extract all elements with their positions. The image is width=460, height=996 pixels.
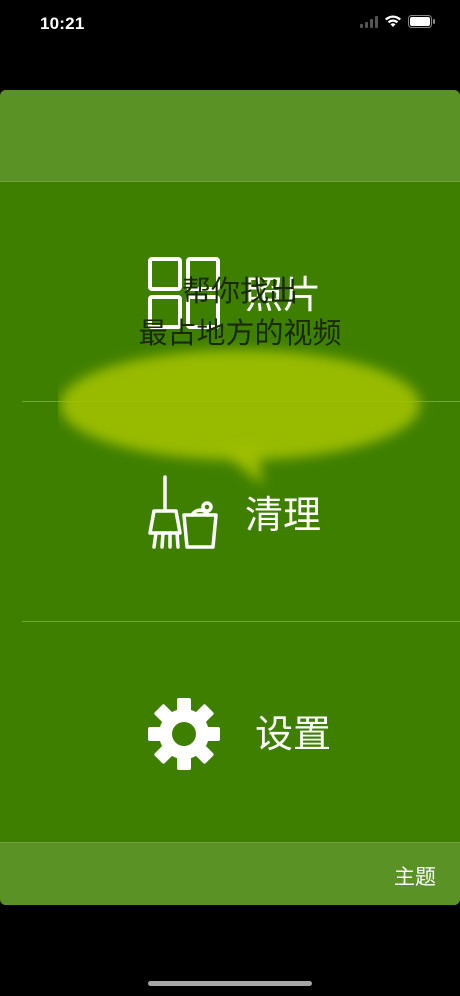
bubble-text: 帮你找出 最占地方的视频: [60, 270, 420, 354]
bubble-line-2: 最占地方的视频: [138, 316, 342, 350]
bubble-line-1: 帮你找出: [181, 274, 298, 308]
home-indicator[interactable]: [148, 981, 312, 986]
divider: [22, 621, 460, 622]
wifi-icon: [384, 15, 402, 28]
status-icons: [360, 15, 436, 28]
status-bar: 10:21: [0, 0, 460, 50]
menu-item-settings[interactable]: 设置: [0, 680, 460, 790]
status-time: 10:21: [40, 14, 85, 33]
card-header: [0, 90, 460, 182]
settings-label: 设置: [255, 712, 332, 756]
battery-icon: [408, 15, 436, 28]
signal-icon: [360, 15, 378, 28]
card-footer: 主题: [0, 842, 460, 905]
theme-button[interactable]: 主题: [394, 861, 436, 891]
clean-label: 清理: [245, 493, 322, 537]
gear-icon: [146, 696, 222, 776]
